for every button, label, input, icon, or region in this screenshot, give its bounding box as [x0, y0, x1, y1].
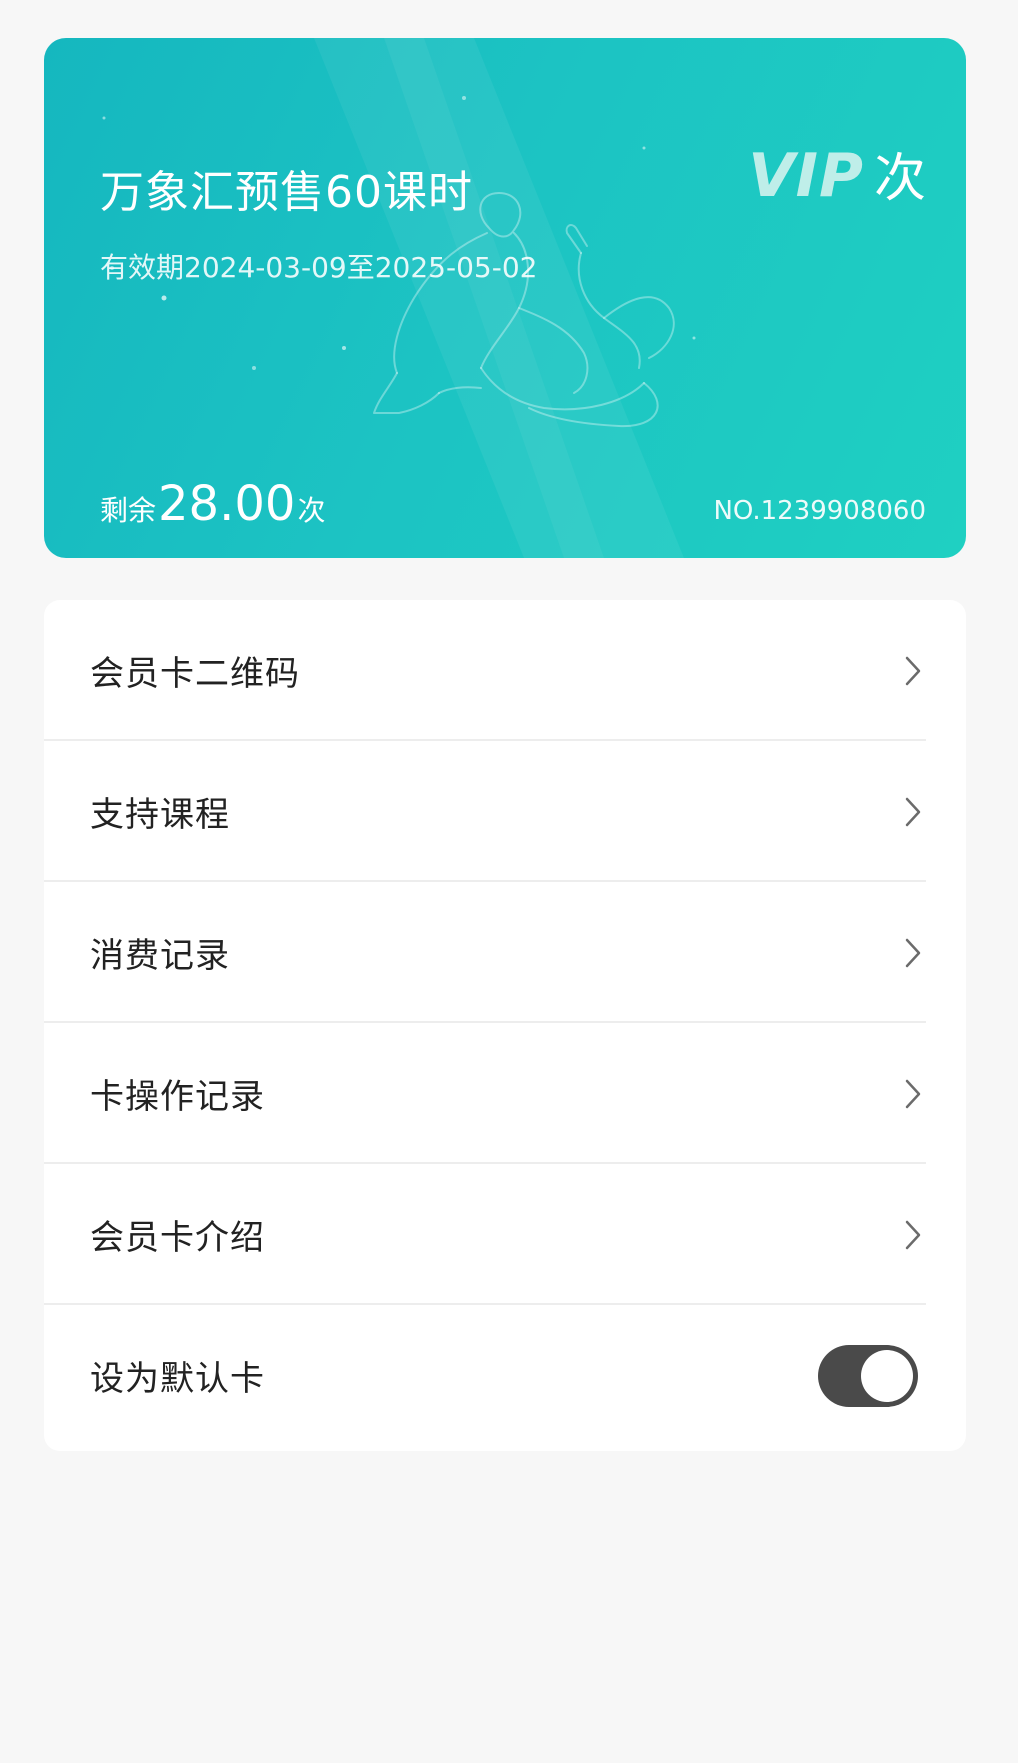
menu-item-label: 卡操作记录	[90, 1077, 265, 1117]
card-options-menu: 会员卡二维码 支持课程 消费记录 卡操作记录 会员卡介绍 设为默认卡	[44, 600, 966, 1451]
yoga-illustration	[373, 192, 675, 428]
chevron-right-icon	[905, 656, 921, 686]
card-validity-period: 有效期2024-03-09至2025-05-02	[100, 251, 538, 284]
toggle-knob	[861, 1350, 913, 1402]
menu-item-label: 会员卡介绍	[90, 1218, 265, 1258]
chevron-right-icon	[905, 1220, 921, 1250]
chevron-right-icon	[905, 938, 921, 968]
chevron-right-icon	[905, 797, 921, 827]
menu-item-card-introduction[interactable]: 会员卡介绍	[44, 1164, 966, 1305]
menu-item-set-default-card: 设为默认卡	[44, 1305, 966, 1446]
menu-item-qr-code[interactable]: 会员卡二维码	[44, 600, 966, 741]
balance-value: 28.00	[158, 476, 296, 532]
balance-unit: 次	[297, 494, 326, 527]
menu-item-card-operation-records[interactable]: 卡操作记录	[44, 1023, 966, 1164]
card-title: 万象汇预售60课时	[100, 167, 473, 218]
chevron-right-icon	[905, 1079, 921, 1109]
default-card-toggle[interactable]	[818, 1345, 918, 1407]
menu-item-consumption-records[interactable]: 消费记录	[44, 882, 966, 1023]
menu-item-label: 会员卡二维码	[90, 654, 300, 694]
menu-item-label: 消费记录	[90, 936, 230, 976]
vip-badge-text: VIP	[748, 141, 864, 211]
vip-badge: VIP 次	[748, 136, 926, 211]
card-number: NO.1239908060	[713, 496, 926, 526]
membership-card: 万象汇预售60课时 有效期2024-03-09至2025-05-02 VIP 次…	[44, 38, 966, 558]
menu-item-label: 支持课程	[90, 795, 230, 835]
menu-item-supported-courses[interactable]: 支持课程	[44, 741, 966, 882]
menu-item-label: 设为默认卡	[90, 1359, 265, 1399]
balance-label: 剩余	[100, 494, 157, 527]
card-balance: 剩余 28.00 次	[100, 476, 325, 532]
vip-badge-unit: 次	[873, 149, 926, 209]
